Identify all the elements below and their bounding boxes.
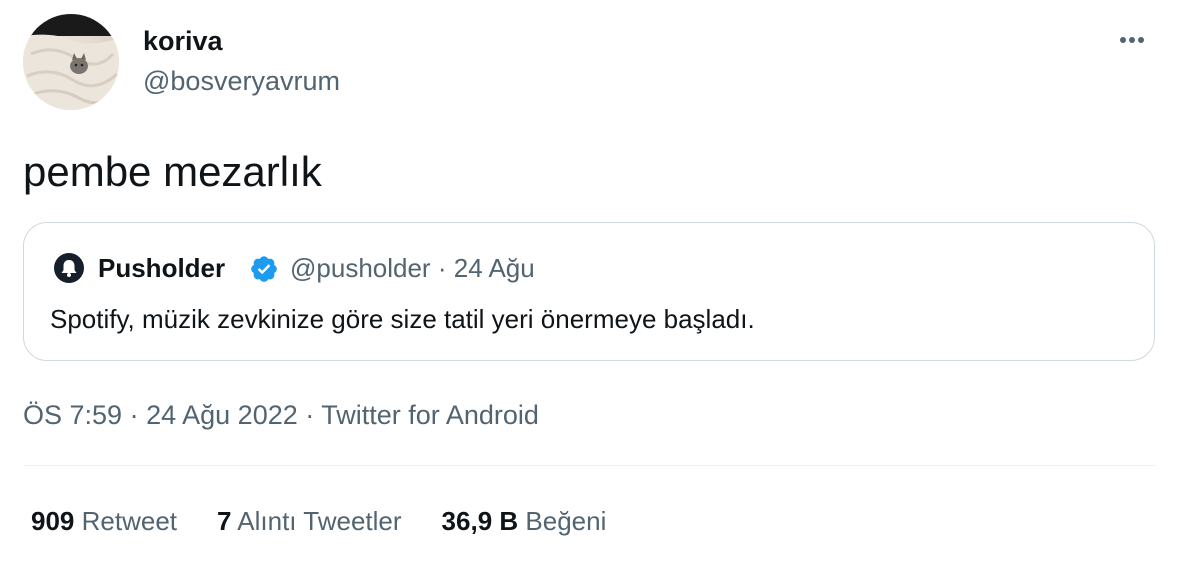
likes-stat[interactable]: 36,9 B Beğeni xyxy=(442,505,607,537)
quoted-author-name[interactable]: Pusholder xyxy=(98,252,225,284)
meta-separator: · xyxy=(437,253,447,283)
tweet-timestamp: ÖS 7:59 · 24 Ağu 2022 · Twitter for Andr… xyxy=(23,398,539,432)
timestamp-separator: · xyxy=(305,400,315,430)
retweets-label: Retweet xyxy=(81,506,178,536)
tweet-text: pembe mezarlık xyxy=(23,148,322,195)
tweet-time[interactable]: ÖS 7:59 xyxy=(23,400,122,430)
verified-badge-icon xyxy=(251,256,277,282)
quote-tweets-stat[interactable]: 7 Alıntı Tweetler xyxy=(217,505,402,537)
divider xyxy=(23,465,1155,466)
quote-tweets-count: 7 xyxy=(217,506,232,536)
tweet-date[interactable]: 24 Ağu 2022 xyxy=(146,400,298,430)
engagement-stats: 909 Retweet 7 Alıntı Tweetler 36,9 B Beğ… xyxy=(31,505,606,537)
quoted-author-handle[interactable]: @pusholder xyxy=(290,253,431,283)
likes-label: Beğeni xyxy=(525,506,607,536)
author-display-name[interactable]: koriva xyxy=(143,24,223,58)
quoted-date[interactable]: 24 Ağu xyxy=(454,253,535,283)
retweets-stat[interactable]: 909 Retweet xyxy=(31,505,177,537)
tweet-detail: koriva @bosveryavrum pembe mezarlık Push… xyxy=(0,0,1186,562)
timestamp-separator: · xyxy=(129,400,139,430)
author-avatar[interactable] xyxy=(23,14,119,110)
author-handle[interactable]: @bosveryavrum xyxy=(143,64,340,98)
quoted-meta: @pusholder · 24 Ağu xyxy=(290,252,535,284)
tweet-source[interactable]: Twitter for Android xyxy=(321,400,539,430)
quoted-tweet-text: Spotify, müzik zevkinize göre size tatil… xyxy=(50,304,755,334)
quote-tweets-label: Alıntı Tweetler xyxy=(237,506,402,536)
likes-count: 36,9 B xyxy=(441,506,519,536)
quoted-author-avatar[interactable] xyxy=(54,253,84,283)
bell-icon xyxy=(61,260,77,277)
more-horizontal-icon[interactable] xyxy=(1112,28,1152,52)
retweets-count: 909 xyxy=(31,506,75,536)
quoted-tweet[interactable]: Pusholder @pusholder · 24 Ağu Spotify, m… xyxy=(23,222,1155,361)
